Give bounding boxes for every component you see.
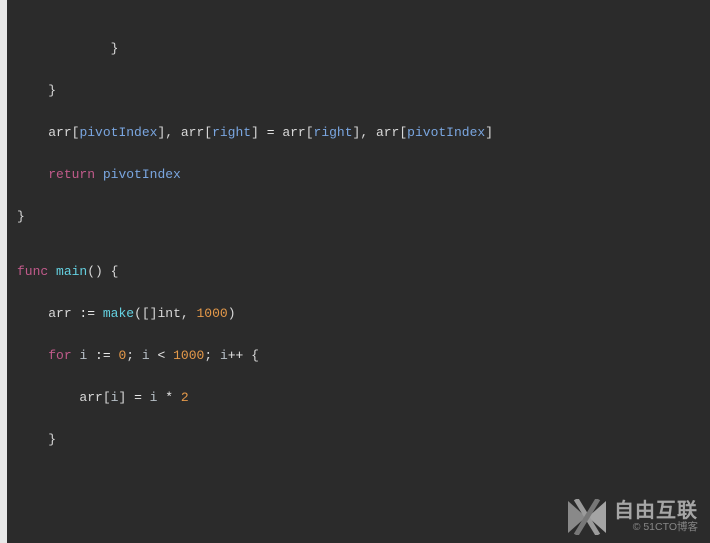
ident-right: right [212,125,251,140]
type-int: int [157,306,180,321]
op-assign: = [126,390,149,405]
op-lt: < [150,348,173,363]
ident-arr: arr [376,125,399,140]
brace: { [103,264,119,279]
code-line: } [17,432,700,448]
open-bracket: ([] [134,306,157,321]
op-assign: = [259,125,282,140]
keyword-func: func [17,264,48,279]
keyword-return: return [48,167,95,182]
code-line: } [17,209,700,225]
code-line: arr[pivotIndex], arr[right] = arr[right]… [17,125,700,141]
code-editor[interactable]: } } arr[pivotIndex], arr[right] = arr[ri… [7,0,710,543]
code-line: arr := make([]int, 1000) [17,306,700,322]
code-line: return pivotIndex [17,167,700,183]
op-increment: ++ [228,348,244,363]
gutter [0,0,7,543]
op-short-decl: := [87,348,118,363]
brace: } [111,41,119,56]
brace: } [48,432,56,447]
keyword-for: for [48,348,71,363]
close-paren: ) [228,306,236,321]
ident-arr: arr [48,306,71,321]
builtin-make: make [103,306,134,321]
comma: , [181,306,197,321]
ident-pivotindex: pivotIndex [79,125,157,140]
ident-pivotindex: pivotIndex [103,167,181,182]
ident-i: i [220,348,228,363]
brace: { [243,348,259,363]
parens: () [87,264,103,279]
semicolon: ; [204,348,220,363]
op-multiply: * [157,390,180,405]
ident-i: i [142,348,150,363]
ident-right: right [314,125,353,140]
ident-arr: arr [282,125,305,140]
semicolon: ; [126,348,142,363]
op-short-decl: := [72,306,103,321]
brace: } [48,83,56,98]
ident-arr: arr [79,390,102,405]
code-line: func main() { [17,264,700,280]
func-name-main: main [56,264,87,279]
code-line: } [17,83,700,99]
ident-pivotindex: pivotIndex [407,125,485,140]
ident-arr: arr [181,125,204,140]
number-literal: 1000 [196,306,227,321]
brace: } [17,209,25,224]
number-literal: 1000 [173,348,204,363]
number-literal: 2 [181,390,189,405]
code-line: } [17,41,700,57]
code-line: arr[i] = i * 2 [17,390,700,406]
open-bracket: [ [103,390,111,405]
code-line: for i := 0; i < 1000; i++ { [17,348,700,364]
ident-arr: arr [48,125,71,140]
